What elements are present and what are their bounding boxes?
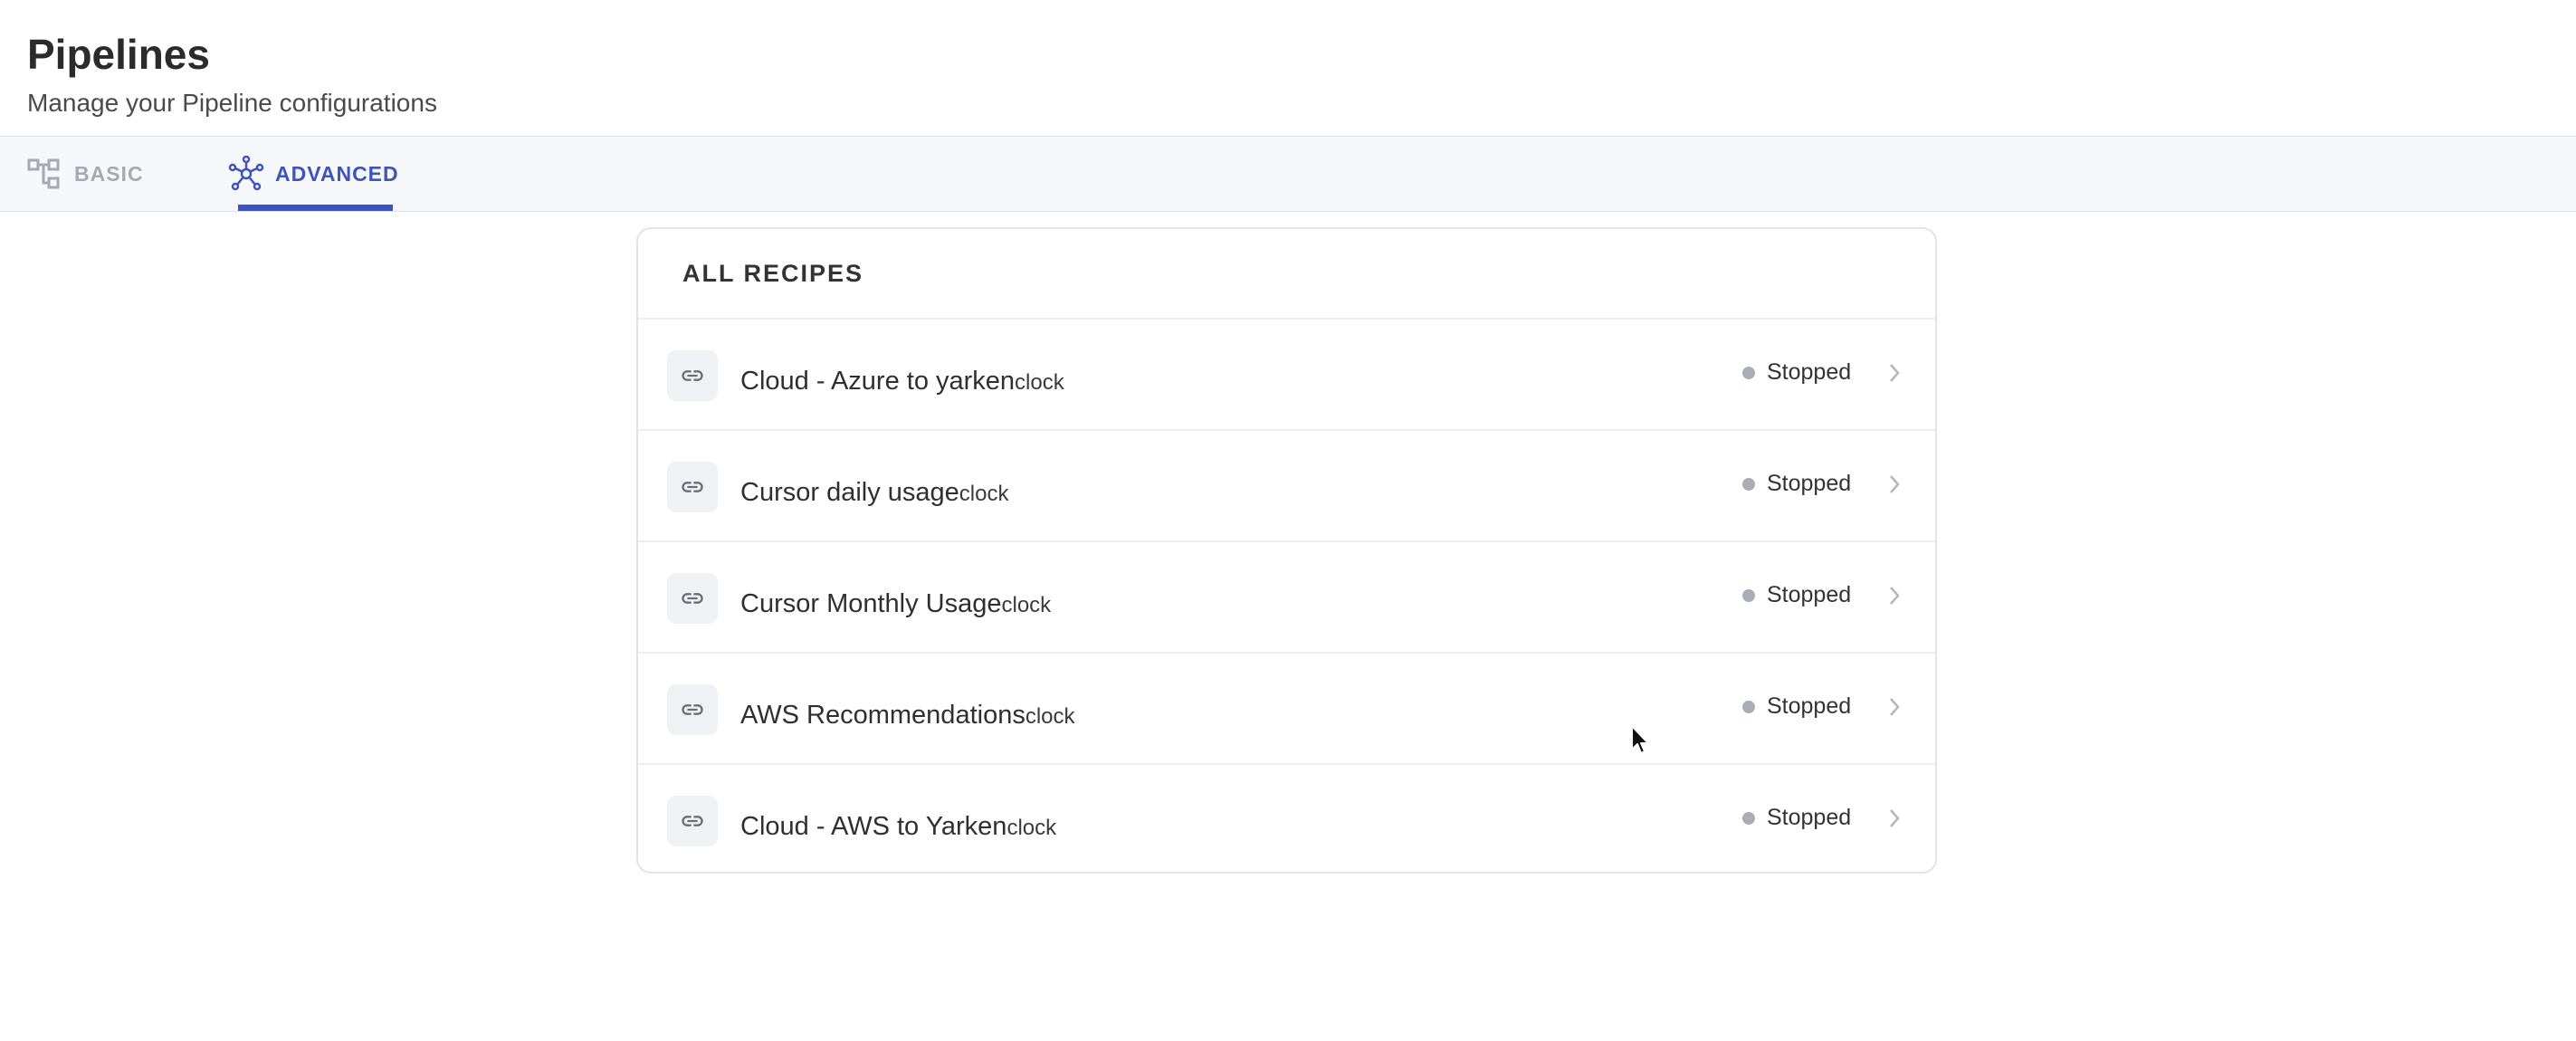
recipe-name: AWS Recommendationsclock [740, 699, 1075, 733]
clock-label: clock [1015, 370, 1064, 395]
recipe-name-text: AWS Recommendations [740, 701, 1026, 730]
recipe-row[interactable]: Cloud - AWS to Yarkenclock Stopped [638, 765, 1935, 872]
status-dot [1742, 588, 1755, 602]
recipes-card-title: ALL RECIPES [638, 229, 1935, 320]
clock-label: clock [1001, 593, 1052, 617]
recipe-name: Cloud - Azure to yarkenclock [740, 365, 1064, 399]
recipe-name-text: Cloud - Azure to yarken [740, 367, 1016, 396]
status-text: Stopped [1767, 471, 1852, 496]
page-header: Pipelines Manage your Pipeline configura… [0, 0, 2576, 137]
clock-label: clock [1007, 816, 1057, 840]
recipes-card: ALL RECIPES Cloud - Azure to yarkenclock… [636, 227, 1937, 874]
active-tab-indicator [238, 205, 393, 211]
status-dot [1742, 477, 1755, 491]
recipe-row[interactable]: Cloud - Azure to yarkenclock Stopped [638, 320, 1935, 431]
link-icon [667, 462, 718, 512]
tab-basic-label: BASIC [74, 161, 144, 186]
status-text: Stopped [1767, 359, 1852, 385]
recipe-name: Cursor daily usageclock [740, 476, 1008, 511]
status-dot [1742, 366, 1755, 379]
recipe-name-text: Cloud - AWS to Yarken [740, 812, 1007, 841]
status-text: Stopped [1767, 805, 1852, 830]
recipe-name: Cursor Monthly Usageclock [740, 587, 1051, 622]
recipe-name-text: Cursor daily usage [740, 478, 959, 507]
recipe-row[interactable]: AWS Recommendationsclock Stopped [638, 654, 1935, 765]
status-dot [1742, 700, 1755, 713]
status-badge: Stopped [1742, 359, 1851, 386]
link-icon [667, 573, 718, 624]
status-text: Stopped [1767, 582, 1852, 607]
tab-advanced[interactable]: ADVANCED [228, 137, 399, 211]
status-dot [1742, 811, 1755, 825]
link-icon [667, 684, 718, 735]
chevron-right-icon [1890, 587, 1900, 605]
status-badge: Stopped [1742, 805, 1851, 831]
chevron-right-icon [1890, 809, 1900, 827]
chevron-right-icon [1890, 364, 1900, 382]
tab-bar: BASIC ADVANCED [0, 137, 2576, 212]
link-icon [667, 350, 718, 401]
network-icon [228, 156, 264, 192]
page-subtitle: Manage your Pipeline configurations [27, 89, 437, 117]
chevron-right-icon [1890, 698, 1900, 716]
link-icon [667, 796, 718, 846]
status-badge: Stopped [1742, 582, 1851, 608]
recipe-row[interactable]: Cursor Monthly Usageclock Stopped [638, 542, 1935, 654]
status-text: Stopped [1767, 693, 1852, 719]
recipe-row[interactable]: Cursor daily usageclock Stopped [638, 431, 1935, 542]
tab-advanced-label: ADVANCED [275, 161, 399, 186]
mouse-pointer-icon [1631, 725, 1649, 754]
status-badge: Stopped [1742, 693, 1851, 720]
page-title: Pipelines [27, 31, 210, 78]
chevron-right-icon [1890, 475, 1900, 493]
tab-basic[interactable]: BASIC [27, 137, 144, 211]
clock-label: clock [1025, 704, 1075, 729]
status-badge: Stopped [1742, 471, 1851, 497]
recipe-name: Cloud - AWS to Yarkenclock [740, 810, 1056, 845]
clock-label: clock [959, 482, 1009, 506]
hierarchy-icon [27, 158, 60, 190]
recipe-name-text: Cursor Monthly Usage [740, 589, 1002, 618]
